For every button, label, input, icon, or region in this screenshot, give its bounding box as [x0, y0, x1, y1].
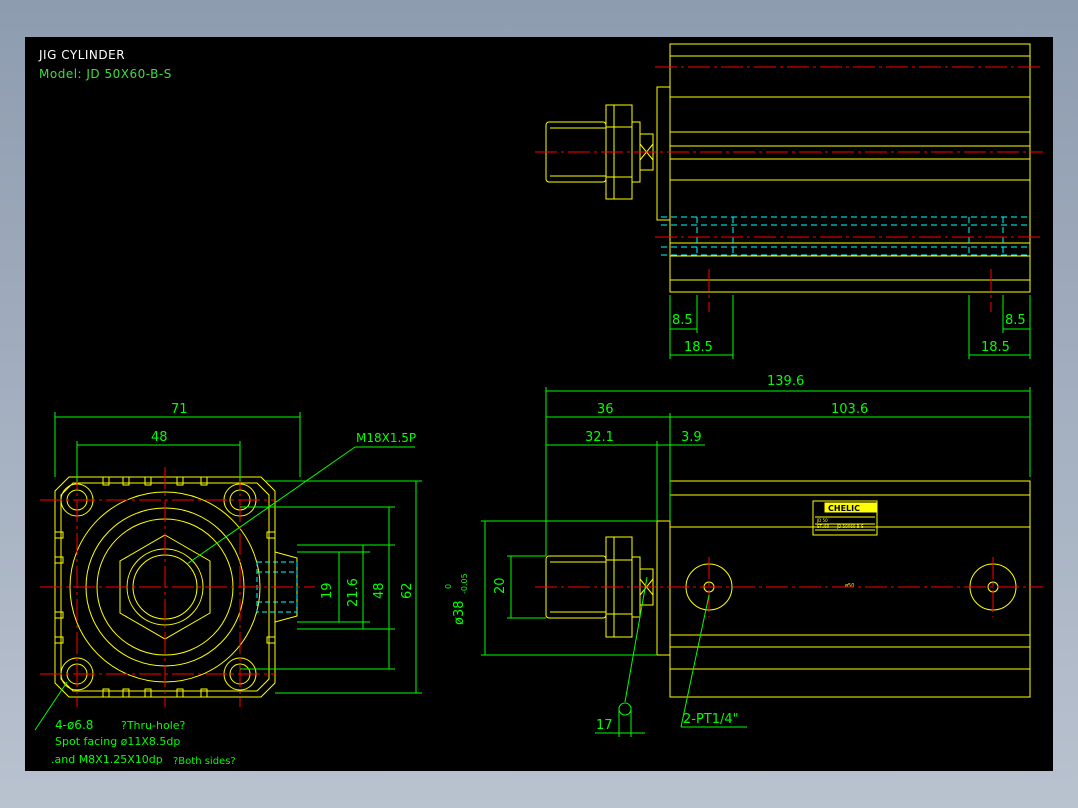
dim-71: 71 — [171, 402, 188, 417]
dim-20: 20 — [493, 577, 508, 594]
plate-line-1: JD 50 — [816, 518, 828, 523]
callout-spot: Spot facing ø11X8.5dp — [55, 735, 180, 748]
callout-port: 2-PT1/4" — [683, 712, 739, 727]
front-view: CHELIC JD 50 ST.:60 JD 50X60-B-S ø50 139… — [444, 374, 1043, 737]
end-view: 71 48 M18X1.5P 19 21.6 48 62 4-ø6.8 ?Thr… — [34, 402, 422, 767]
dim-36: 36 — [597, 402, 614, 417]
dim-139-6: 139.6 — [767, 374, 804, 389]
callout-thru: ?Thru-hole? — [121, 719, 186, 732]
bore-mark: ø50 — [845, 583, 854, 589]
front-body — [669, 480, 1031, 698]
dim-32-1: 32.1 — [585, 430, 614, 445]
dim-19: 19 — [320, 582, 335, 599]
dim-17: 17 — [596, 718, 613, 733]
dim-8-5-right: 8.5 — [1005, 313, 1026, 328]
brand-plate-text: CHELIC — [828, 504, 860, 513]
dim-3-9: 3.9 — [681, 430, 702, 445]
top-view: 8.5 18.5 8.5 18.5 — [535, 43, 1043, 359]
dim-21-6: 21.6 — [346, 578, 361, 607]
dim-38-tol-bot: -0.05 — [460, 573, 469, 594]
dim-38-tol-top: 0 — [444, 584, 453, 589]
dim-103-6: 103.6 — [831, 402, 868, 417]
dim-18-5-right: 18.5 — [981, 340, 1010, 355]
drawing-svg: 8.5 18.5 8.5 18.5 71 48 M18X1.5P 19 21.6… — [34, 43, 1043, 767]
callout-holes: 4-ø6.8 — [55, 718, 93, 732]
callout-and: .and M8X1.25X10dp — [51, 753, 163, 766]
cad-drawing-canvas: JIG CYLINDER Model: JD 50X60-B-S 8.5 18.… — [25, 37, 1053, 771]
dim-62: 62 — [400, 582, 415, 599]
callout-both: ?Both sides? — [173, 756, 236, 767]
plate-line-3: JD 50X60-B-S — [836, 524, 864, 529]
dim-48-right: 48 — [372, 582, 387, 599]
dim-48-top: 48 — [151, 430, 168, 445]
dim-8-5-left: 8.5 — [672, 313, 693, 328]
dim-38: ø38 — [452, 601, 467, 626]
dim-18-5-left: 18.5 — [684, 340, 713, 355]
plate-line-2: ST.:60 — [817, 524, 830, 529]
callout-thread: M18X1.5P — [356, 431, 416, 445]
